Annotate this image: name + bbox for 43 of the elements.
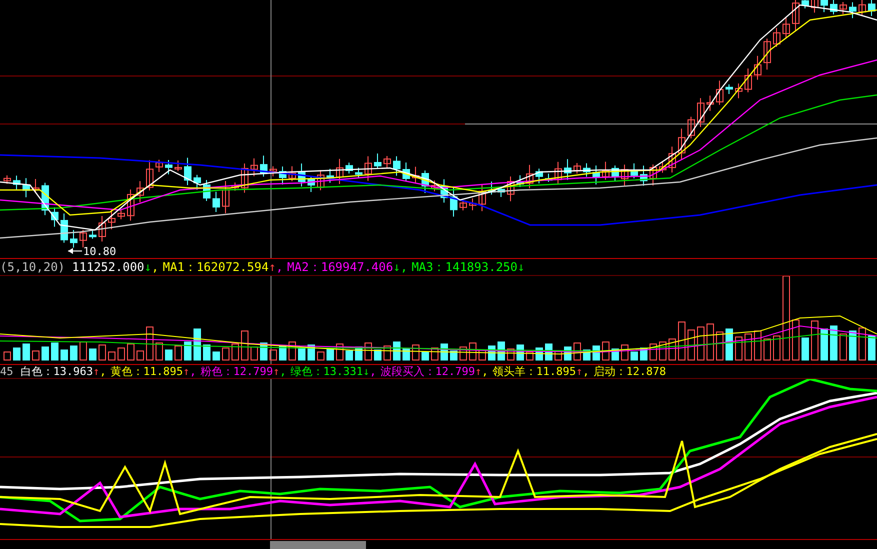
trend-arrow: ↓ (518, 260, 525, 273)
separator-comma: , (400, 260, 408, 273)
indicator-params: 45 (0, 366, 14, 377)
trend-arrow: ↓ (363, 366, 370, 377)
trend-arrow: ↑ (475, 366, 482, 377)
series-value: 12.799 (435, 366, 475, 377)
separator-comma: , (152, 260, 159, 273)
trend-arrow: ↑ (268, 260, 276, 273)
series-label: 黄色： (110, 366, 144, 377)
trend-arrow: ↑ (576, 366, 583, 377)
low-price-label: 10.80 (83, 245, 116, 258)
series-value: 111252.000 (72, 260, 144, 273)
separator-comma: , (190, 366, 196, 377)
series-value: 11.895 (536, 366, 576, 377)
indicator-params: (5,10,20) (0, 260, 66, 273)
series-value: 12.799 (233, 366, 273, 377)
series-value: 141893.250 (445, 260, 518, 273)
separator-comma: , (276, 260, 284, 273)
series-value: 12.878 (626, 366, 666, 377)
series-label: 启动： (593, 366, 626, 377)
trend-arrow: ↑ (183, 366, 190, 377)
series-label: 绿色： (290, 366, 324, 377)
series-label: 白色： (20, 366, 54, 377)
series-label: 领头羊： (492, 366, 536, 377)
separator-comma: , (100, 366, 106, 377)
trend-arrow: ↑ (273, 366, 280, 377)
trend-arrow: ↑ (93, 366, 100, 377)
separator-comma: , (582, 366, 590, 377)
series-value: 169947.406 (320, 260, 394, 273)
series-value: 13.331 (323, 366, 363, 377)
series-label: MA2： (287, 260, 321, 273)
separator-comma: , (482, 366, 488, 377)
separator-comma: , (370, 366, 376, 377)
trend-arrow: ↓ (144, 260, 152, 273)
series-label: 波段买入： (380, 366, 436, 377)
series-value: 162072.594 (196, 260, 269, 273)
series-label: MA3： (412, 260, 446, 273)
series-value: 13.963 (53, 366, 93, 377)
series-label: MA1： (162, 260, 196, 273)
series-label: 粉色： (200, 366, 234, 377)
series-value: 11.895 (143, 366, 183, 377)
trend-arrow: ↓ (393, 260, 400, 273)
separator-comma: , (280, 366, 286, 377)
